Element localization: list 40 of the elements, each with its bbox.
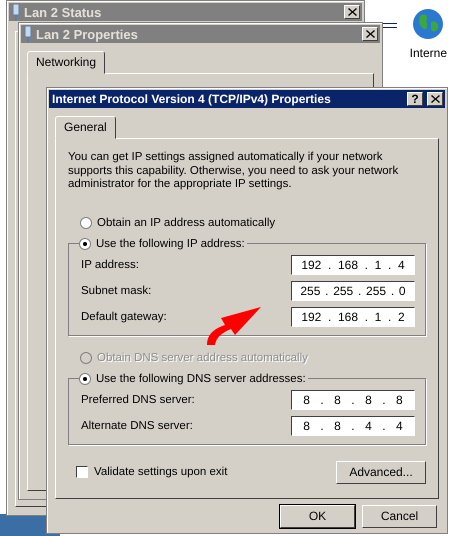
close-button[interactable] [427,92,443,106]
close-button[interactable] [362,27,378,41]
globe-icon[interactable] [412,8,444,40]
ip-input-field[interactable]: 255 . 255 . 255 . 0 [291,280,415,300]
advanced-button[interactable]: Advanced... [336,460,426,484]
field-label: IP address: [81,258,139,270]
desktop-icon-label: Interne [410,46,447,60]
field-label: Default gateway: [81,310,167,322]
field-label: Subnet mask: [81,284,152,296]
field-label: Alternate DNS server: [81,420,193,432]
ip-input-field[interactable]: 192 . 168 . 1 . 4 [291,254,415,274]
ip-input-field[interactable]: 8 . 8 . 4 . 4 [291,416,415,436]
radio-label: Use the following IP address: [96,238,245,250]
network-adapter-icon [12,4,20,20]
tab[interactable]: Networking [27,51,106,74]
field-label: Preferred DNS server: [81,394,195,406]
radio-button[interactable] [79,238,91,250]
intro-text: You can get IP settings assigned automatically if your network supports this capability. Otherwise, you need to ask your network administrator for the appropriate IP settings. [68,151,400,192]
close-button[interactable] [344,5,360,19]
checkbox-label: Validate settings upon exit [94,466,228,478]
radio-label: Use the following DNS server addresses: [96,372,306,384]
radio-label: Obtain DNS server address automatically [97,352,308,364]
help-button[interactable]: ? [407,92,423,106]
radio-label: Obtain an IP address automatically [97,216,276,228]
ok-button[interactable]: OK [280,504,355,528]
ip-input-field[interactable]: 192 . 168 . 1 . 2 [291,306,415,326]
close-icon [430,95,440,103]
arrow-drawing [205,305,263,345]
network-adapter-icon [24,26,32,42]
cancel-button[interactable]: Cancel [362,504,437,528]
ip-input-field[interactable]: 8 . 8 . 8 . 8 [291,390,415,410]
radio-button[interactable] [80,216,92,228]
dialog-title: Internet Protocol Version 4 (TCP/IPv4) Properties [52,92,332,106]
radio-button[interactable] [79,372,91,384]
tab[interactable]: General [55,116,116,139]
checkbox[interactable] [76,466,88,478]
close-icon [366,30,374,38]
close-icon [348,8,356,16]
window-title: Lan 2 Status [24,4,102,20]
window-title: Lan 2 Properties [36,26,139,42]
